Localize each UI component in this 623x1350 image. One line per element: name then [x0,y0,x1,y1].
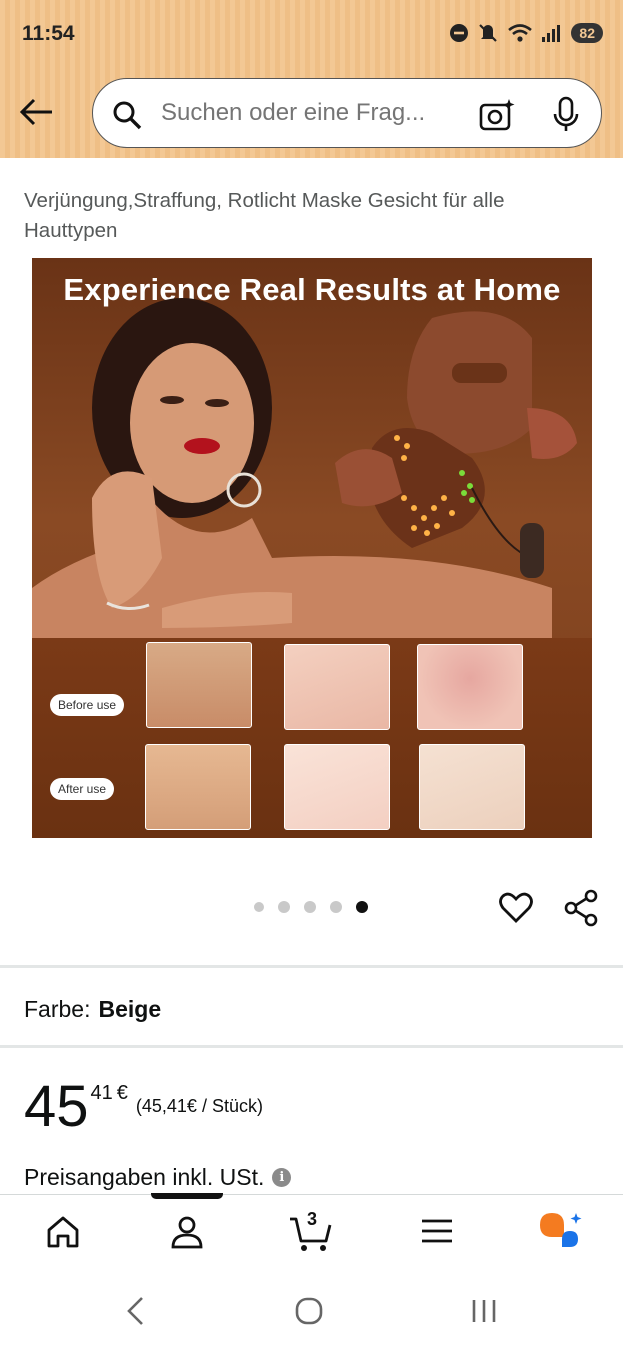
nav-active-indicator [151,1193,223,1199]
vat-note-text: Preisangaben inkl. USt. [24,1164,265,1190]
unit-price: (45,41€ / Stück) [135,1096,263,1116]
before-lips-photo [146,642,252,728]
wifi-icon [508,24,533,42]
status-time: 11:54 [22,22,75,45]
after-skin-photo [419,744,525,830]
divider [0,965,623,968]
dnd-icon [450,24,469,42]
carousel-dot[interactable] [304,901,316,913]
cart-button[interactable]: 3 [288,1209,334,1253]
info-icon[interactable]: i [272,1168,292,1187]
status-icons: 82 [449,22,603,44]
status-bar: 11:54 82 [0,0,623,70]
vat-note: Preisangaben inkl. USt. i [24,1164,292,1191]
mute-icon [479,24,498,42]
before-use-label: Before use [50,694,125,716]
before-cheek-photo [284,644,390,730]
color-selection[interactable]: Farbe: Beige [24,996,161,1023]
carousel-dot[interactable] [278,901,290,913]
carousel-dot[interactable] [254,902,264,912]
product-title-line-1: Verjüngung,Straffung, Rotlicht Maske Ges… [24,189,505,212]
account-icon[interactable] [168,1213,206,1251]
search-icon [113,101,142,130]
rufus-assistant-icon[interactable] [538,1211,584,1255]
cart-count: 3 [307,1209,318,1229]
back-arrow-icon[interactable] [18,92,58,132]
before-skin-photo [417,644,523,730]
bottom-navigation: 3 [0,1193,623,1274]
carousel-dot[interactable] [330,901,342,913]
search-bar[interactable] [92,78,602,148]
system-recents-icon[interactable] [470,1298,498,1324]
system-navigation-bar [0,1274,623,1350]
color-label: Farbe: [24,996,91,1022]
product-title: Verjüngung,Straffung, Rotlicht Maske Ges… [24,156,604,246]
share-icon[interactable] [563,889,599,927]
model-illustration [32,298,577,638]
search-input[interactable] [161,99,461,127]
price-currency: € [116,1082,128,1104]
after-use-label: After use [50,778,115,800]
after-cheek-photo [284,744,390,830]
app-header: 11:54 82 [0,0,623,158]
home-icon[interactable] [44,1213,82,1251]
before-after-panel: Before use After use [32,638,592,838]
after-lips-photo [145,744,251,830]
battery-indicator: 82 [571,23,603,43]
signal-icon [542,25,561,42]
wishlist-heart-icon[interactable] [498,889,534,925]
divider [0,1045,623,1048]
price-block: 45 41 € (45,41€ / Stück) [24,1076,263,1138]
product-image[interactable]: Experience Real Results at Home Before u… [32,258,592,838]
system-home-icon[interactable] [294,1296,324,1326]
price-fraction: 41 [90,1082,113,1104]
system-back-icon[interactable] [124,1296,146,1326]
color-value: Beige [98,996,162,1022]
camera-search-icon[interactable] [478,97,516,133]
carousel-indicator[interactable] [254,901,368,913]
carousel-dot-active[interactable] [356,901,368,913]
price-whole: 45 [24,1074,89,1139]
microphone-icon[interactable] [551,96,581,134]
product-title-line-2: Hauttypen [24,219,118,242]
menu-icon[interactable] [419,1213,455,1249]
